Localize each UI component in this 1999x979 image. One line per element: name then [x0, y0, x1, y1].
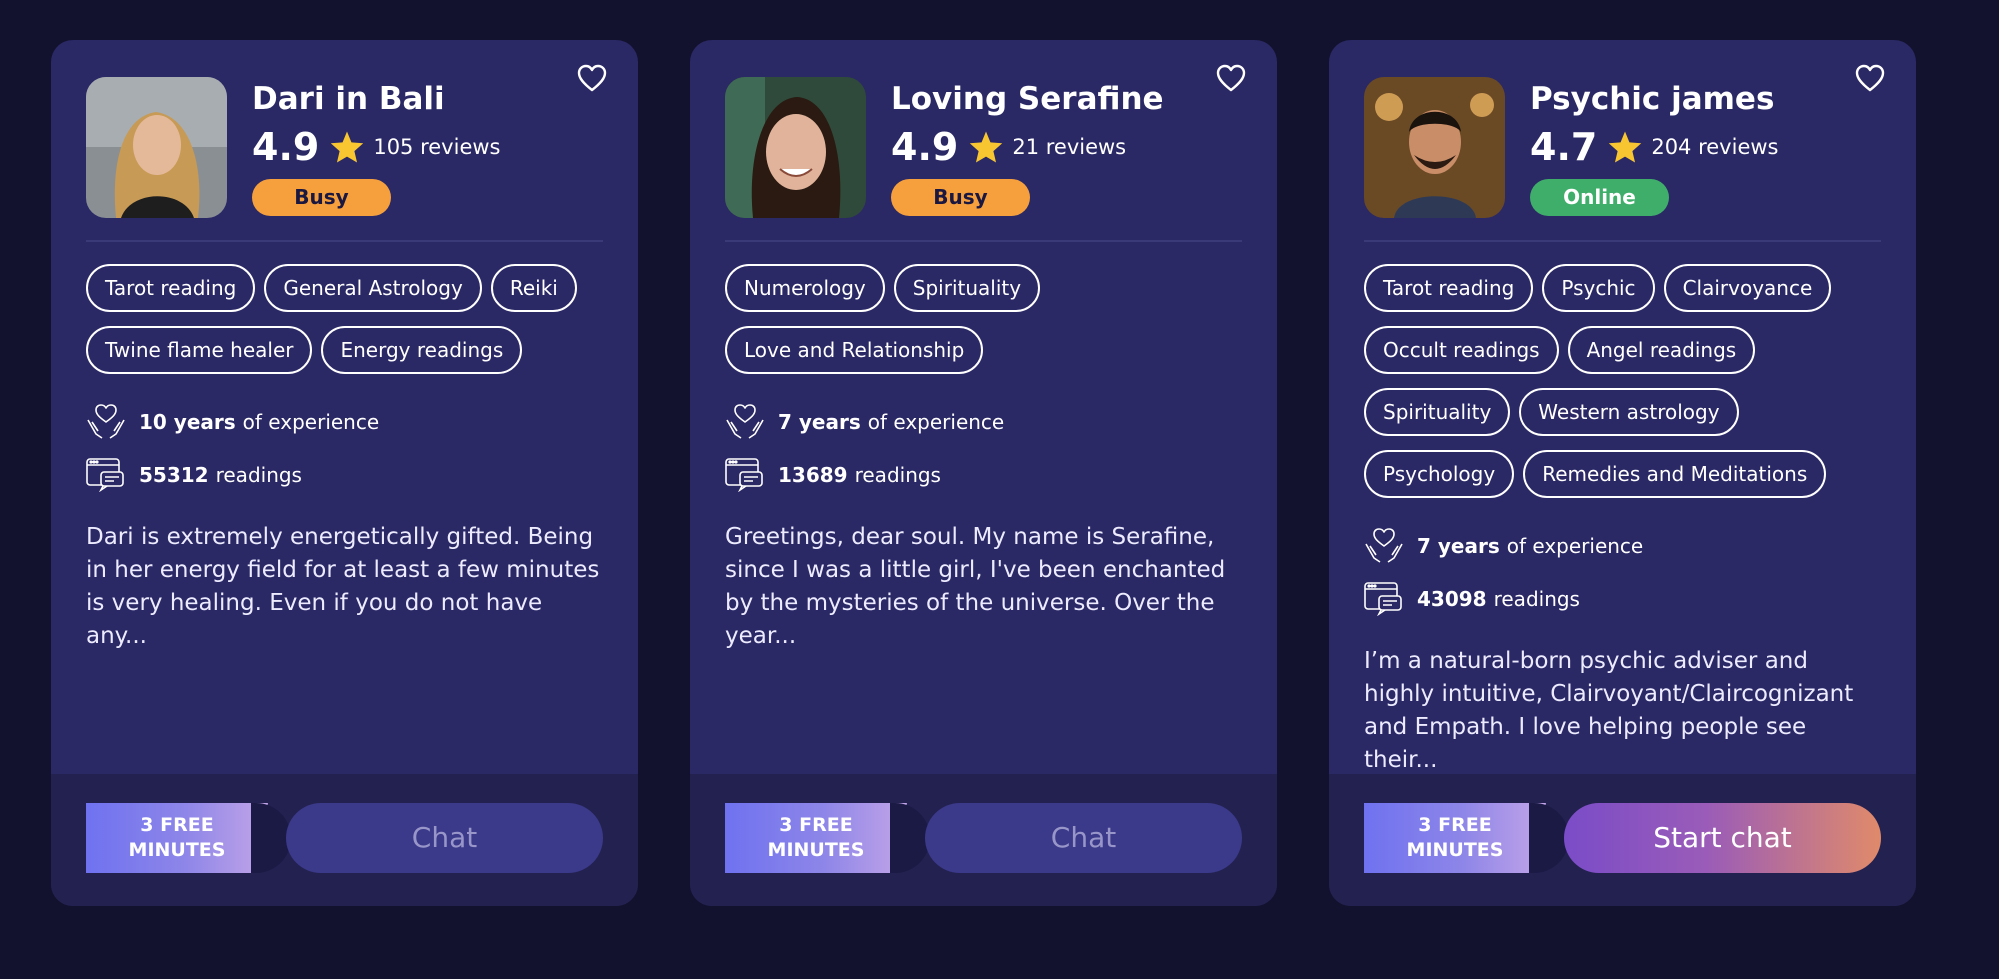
- experience-label: of experience: [242, 410, 380, 434]
- hands-heart-icon: [1365, 528, 1403, 563]
- specialty-tag: Western astrology: [1519, 388, 1739, 436]
- rating-row: 4.7 204 reviews: [1530, 125, 1778, 169]
- specialty-tag: Psychology: [1364, 450, 1515, 498]
- star-icon: [331, 131, 364, 163]
- readings-value: 55312: [139, 463, 209, 487]
- divider: [1364, 240, 1881, 242]
- reviews-count[interactable]: 204 reviews: [1651, 135, 1778, 159]
- readings-row: 55312 readings: [86, 455, 603, 495]
- advisor-name[interactable]: Loving Serafine: [891, 79, 1164, 119]
- chat-button[interactable]: Chat: [286, 803, 603, 873]
- status-badge: Busy: [252, 179, 391, 216]
- advisor-card[interactable]: Dari in Bali 4.9 105 reviews Busy Tarot …: [51, 40, 638, 906]
- rating-value: 4.9: [891, 125, 959, 169]
- free-minutes-badge: 3 FREE MINUTES: [1364, 803, 1546, 873]
- advisor-description: Greetings, dear soul. My name is Serafin…: [725, 524, 1226, 649]
- chat-button[interactable]: Chat: [925, 803, 1242, 873]
- specialty-tag: Twine flame healer: [86, 326, 313, 374]
- specialty-tags: Tarot reading Psychic Clairvoyance Occul…: [1364, 264, 1881, 498]
- specialty-tag: Occult readings: [1364, 326, 1559, 374]
- reviews-count[interactable]: 105 reviews: [373, 135, 500, 159]
- specialty-tags: Tarot reading General Astrology Reiki Tw…: [86, 264, 603, 374]
- readings-value: 13689: [778, 463, 848, 487]
- specialty-tags: Numerology Spirituality Love and Relatio…: [725, 264, 1242, 374]
- advisor-cards: Dari in Bali 4.9 105 reviews Busy Tarot …: [51, 40, 1916, 906]
- advisor-stats: 10 years of experience 55312 readings: [86, 402, 603, 495]
- rating-row: 4.9 105 reviews: [252, 125, 500, 169]
- avatar[interactable]: [1364, 77, 1505, 218]
- experience-value: 7 years: [778, 410, 861, 434]
- rating-row: 4.9 21 reviews: [891, 125, 1164, 169]
- specialty-tag: Energy readings: [321, 326, 523, 374]
- card-footer: 3 FREE MINUTES Chat: [690, 774, 1277, 906]
- star-icon: [1609, 131, 1642, 163]
- chat-window-icon: [1364, 582, 1402, 616]
- rating-value: 4.9: [252, 125, 320, 169]
- start-chat-button[interactable]: Start chat: [1564, 803, 1881, 873]
- divider: [86, 240, 603, 242]
- divider: [725, 240, 1242, 242]
- readings-label: readings: [1493, 587, 1580, 611]
- free-minutes-line1: 3 FREE: [140, 814, 214, 836]
- free-minutes-line1: 3 FREE: [1418, 814, 1492, 836]
- badge-notch: [890, 803, 930, 873]
- rating-value: 4.7: [1530, 125, 1598, 169]
- free-minutes-line2: MINUTES: [128, 839, 226, 861]
- specialty-tag: General Astrology: [264, 264, 482, 312]
- free-minutes-line1: 3 FREE: [779, 814, 853, 836]
- advisor-description: Dari is extremely energetically gifted. …: [86, 524, 600, 649]
- readings-row: 43098 readings: [1364, 579, 1881, 619]
- hands-heart-icon: [87, 404, 125, 439]
- specialty-tag: Tarot reading: [1364, 264, 1534, 312]
- avatar[interactable]: [86, 77, 227, 218]
- experience-label: of experience: [1506, 534, 1644, 558]
- specialty-tag: Psychic: [1542, 264, 1655, 312]
- advisor-name[interactable]: Psychic james: [1530, 79, 1778, 119]
- specialty-tag: Angel readings: [1567, 326, 1756, 374]
- specialty-tag: Remedies and Meditations: [1523, 450, 1827, 498]
- readings-label: readings: [854, 463, 941, 487]
- advisor-stats: 7 years of experience 13689 readings: [725, 402, 1242, 495]
- free-minutes-badge: 3 FREE MINUTES: [86, 803, 268, 873]
- readings-value: 43098: [1417, 587, 1487, 611]
- advisor-description: I’m a natural-born psychic adviser and h…: [1364, 648, 1854, 773]
- specialty-tag: Reiki: [490, 264, 577, 312]
- card-footer: 3 FREE MINUTES Chat: [51, 774, 638, 906]
- experience-row: 7 years of experience: [1364, 526, 1881, 566]
- card-footer: 3 FREE MINUTES Start chat: [1329, 774, 1916, 906]
- reviews-count[interactable]: 21 reviews: [1012, 135, 1126, 159]
- advisor-stats: 7 years of experience 43098 readings: [1364, 526, 1881, 619]
- experience-label: of experience: [867, 410, 1005, 434]
- readings-label: readings: [215, 463, 302, 487]
- specialty-tag: Tarot reading: [86, 264, 256, 312]
- specialty-tag: Love and Relationship: [725, 326, 984, 374]
- free-minutes-line2: MINUTES: [1406, 839, 1504, 861]
- advisor-card[interactable]: Psychic james 4.7 204 reviews Online Tar…: [1329, 40, 1916, 906]
- specialty-tag: Numerology: [725, 264, 885, 312]
- chat-window-icon: [725, 458, 763, 492]
- experience-value: 7 years: [1417, 534, 1500, 558]
- hands-heart-icon: [726, 404, 764, 439]
- avatar[interactable]: [725, 77, 866, 218]
- badge-notch: [251, 803, 291, 873]
- status-badge: Online: [1530, 179, 1669, 216]
- specialty-tag: Clairvoyance: [1663, 264, 1832, 312]
- experience-value: 10 years: [139, 410, 236, 434]
- star-icon: [970, 131, 1003, 163]
- free-minutes-line2: MINUTES: [767, 839, 865, 861]
- specialty-tag: Spirituality: [893, 264, 1041, 312]
- readings-row: 13689 readings: [725, 455, 1242, 495]
- experience-row: 7 years of experience: [725, 402, 1242, 442]
- chat-window-icon: [86, 458, 124, 492]
- experience-row: 10 years of experience: [86, 402, 603, 442]
- advisor-name[interactable]: Dari in Bali: [252, 79, 500, 119]
- free-minutes-badge: 3 FREE MINUTES: [725, 803, 907, 873]
- advisor-card[interactable]: Loving Serafine 4.9 21 reviews Busy Nume…: [690, 40, 1277, 906]
- badge-notch: [1529, 803, 1569, 873]
- specialty-tag: Spirituality: [1364, 388, 1511, 436]
- status-badge: Busy: [891, 179, 1030, 216]
